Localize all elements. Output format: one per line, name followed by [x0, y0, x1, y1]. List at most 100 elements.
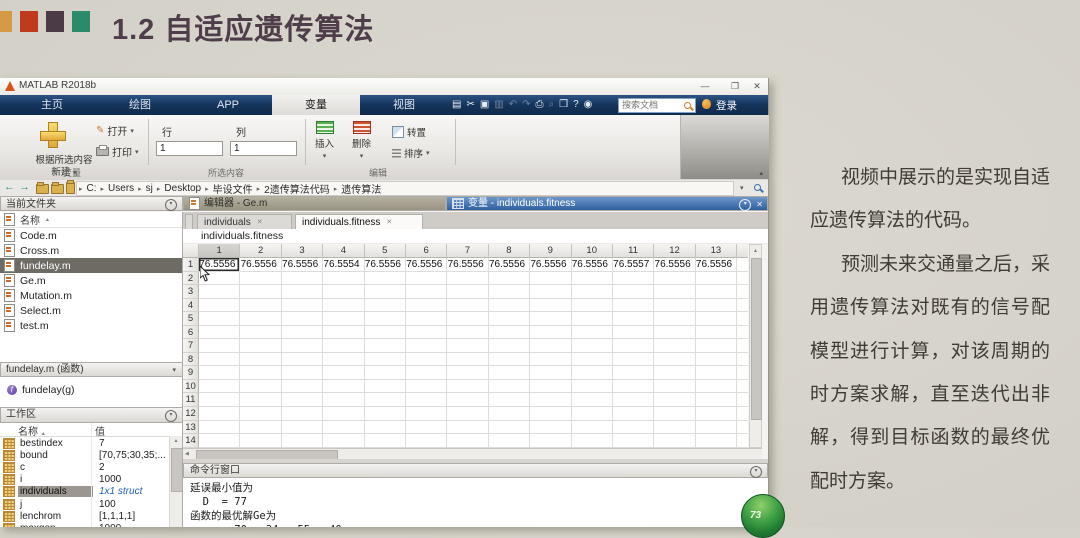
file-item[interactable]: Mutation.m — [0, 288, 182, 303]
ribbon-tab-绘图[interactable]: 绘图 — [96, 95, 184, 115]
table-cell[interactable] — [530, 366, 571, 380]
table-cell[interactable] — [447, 353, 488, 367]
table-cell[interactable] — [365, 393, 406, 407]
table-cell[interactable] — [654, 434, 695, 448]
table-cell[interactable] — [572, 272, 613, 286]
row-header-9[interactable]: 9 — [183, 366, 199, 380]
table-cell[interactable] — [406, 339, 447, 353]
table-cell[interactable] — [530, 421, 571, 435]
table-cell[interactable] — [365, 299, 406, 313]
table-cell[interactable] — [282, 312, 323, 326]
row-header-14[interactable]: 14 — [183, 434, 199, 448]
table-cell[interactable] — [282, 407, 323, 421]
collapse-ribbon-icon[interactable]: ▴ — [759, 169, 763, 177]
sort-button[interactable]: 排序 ▾ — [392, 146, 430, 160]
table-cell[interactable] — [489, 353, 530, 367]
name-column-header[interactable]: 名称 ▲ — [0, 212, 182, 228]
table-cell[interactable] — [489, 421, 530, 435]
column-header-9[interactable]: 9 — [530, 244, 571, 258]
table-cell[interactable] — [406, 434, 447, 448]
breadcrumb-segment[interactable]: Desktop — [164, 183, 201, 194]
file-item[interactable]: Select.m — [0, 303, 182, 318]
help-icon[interactable]: ? — [573, 98, 579, 111]
table-cell[interactable] — [613, 285, 654, 299]
column-header-3[interactable]: 3 — [282, 244, 323, 258]
column-header-2[interactable]: 2 — [240, 244, 281, 258]
close-icon[interactable]: ✕ — [748, 78, 766, 94]
table-cell[interactable] — [696, 312, 737, 326]
table-cell[interactable] — [240, 339, 281, 353]
ribbon-tab-主页[interactable]: 主页 — [8, 95, 96, 115]
table-cell[interactable] — [406, 285, 447, 299]
table-cell[interactable] — [613, 393, 654, 407]
table-cell[interactable] — [323, 299, 364, 313]
table-cell[interactable] — [282, 421, 323, 435]
table-cell[interactable] — [447, 393, 488, 407]
table-cell[interactable] — [530, 312, 571, 326]
table-cell[interactable] — [613, 380, 654, 394]
table-cell[interactable] — [489, 339, 530, 353]
table-cell[interactable] — [406, 272, 447, 286]
table-cell[interactable] — [240, 353, 281, 367]
address-search-icon[interactable] — [754, 184, 761, 191]
column-header-4[interactable]: 4 — [323, 244, 364, 258]
table-cell[interactable] — [406, 421, 447, 435]
scrollbar-thumb[interactable] — [171, 448, 183, 492]
row-header-6[interactable]: 6 — [183, 326, 199, 340]
table-cell[interactable] — [530, 434, 571, 448]
row-header-1[interactable]: 1 — [183, 258, 199, 272]
table-cell[interactable] — [199, 312, 240, 326]
table-cell[interactable] — [240, 380, 281, 394]
table-cell[interactable] — [613, 299, 654, 313]
table-cell[interactable]: 76.5556 — [530, 258, 571, 272]
table-cell[interactable] — [365, 312, 406, 326]
column-header-12[interactable]: 12 — [654, 244, 695, 258]
table-cell[interactable] — [282, 339, 323, 353]
table-cell[interactable] — [199, 380, 240, 394]
row-header-12[interactable]: 12 — [183, 407, 199, 421]
table-cell[interactable] — [240, 434, 281, 448]
table-cell[interactable] — [654, 353, 695, 367]
table-cell[interactable] — [282, 366, 323, 380]
table-cell[interactable] — [696, 380, 737, 394]
redo-icon[interactable]: ↷ — [522, 98, 530, 111]
table-cell[interactable] — [323, 421, 364, 435]
table-cell[interactable]: 76.5556 — [447, 258, 488, 272]
table-cell[interactable]: 76.5556 — [365, 258, 406, 272]
row-header-10[interactable]: 10 — [183, 380, 199, 394]
table-cell[interactable] — [447, 326, 488, 340]
table-cell[interactable] — [240, 312, 281, 326]
table-cell[interactable] — [696, 272, 737, 286]
table-cell[interactable] — [696, 407, 737, 421]
tab-individuals[interactable]: individuals ✕ — [197, 214, 292, 229]
table-cell[interactable] — [489, 366, 530, 380]
folder-browse-icon[interactable] — [51, 184, 64, 194]
table-cell[interactable] — [696, 434, 737, 448]
table-cell[interactable] — [654, 366, 695, 380]
table-cell[interactable] — [489, 393, 530, 407]
breadcrumb-segment[interactable]: sj — [146, 183, 153, 194]
table-cell[interactable] — [572, 312, 613, 326]
table-cell[interactable]: 76.5556 — [406, 258, 447, 272]
table-cell[interactable] — [613, 421, 654, 435]
notifications-icon[interactable] — [702, 99, 711, 109]
table-cell[interactable] — [282, 353, 323, 367]
scrollbar-thumb[interactable] — [751, 258, 762, 420]
community-icon[interactable]: ◉ — [584, 98, 593, 111]
table-cell[interactable] — [572, 339, 613, 353]
table-cell[interactable] — [199, 326, 240, 340]
table-cell[interactable] — [613, 407, 654, 421]
forward-icon[interactable]: → — [19, 181, 30, 193]
file-item[interactable]: Cross.m — [0, 243, 182, 258]
table-cell[interactable] — [447, 434, 488, 448]
table-cell[interactable] — [323, 326, 364, 340]
table-cell[interactable] — [696, 366, 737, 380]
table-cell[interactable] — [654, 326, 695, 340]
table-cell[interactable] — [489, 407, 530, 421]
scroll-up-icon[interactable]: ▲ — [750, 245, 761, 254]
table-cell[interactable] — [323, 380, 364, 394]
table-cell[interactable] — [365, 380, 406, 394]
table-cell[interactable]: 76.5556 — [696, 258, 737, 272]
table-cell[interactable] — [613, 366, 654, 380]
close-panel-icon[interactable]: ✕ — [756, 200, 763, 210]
